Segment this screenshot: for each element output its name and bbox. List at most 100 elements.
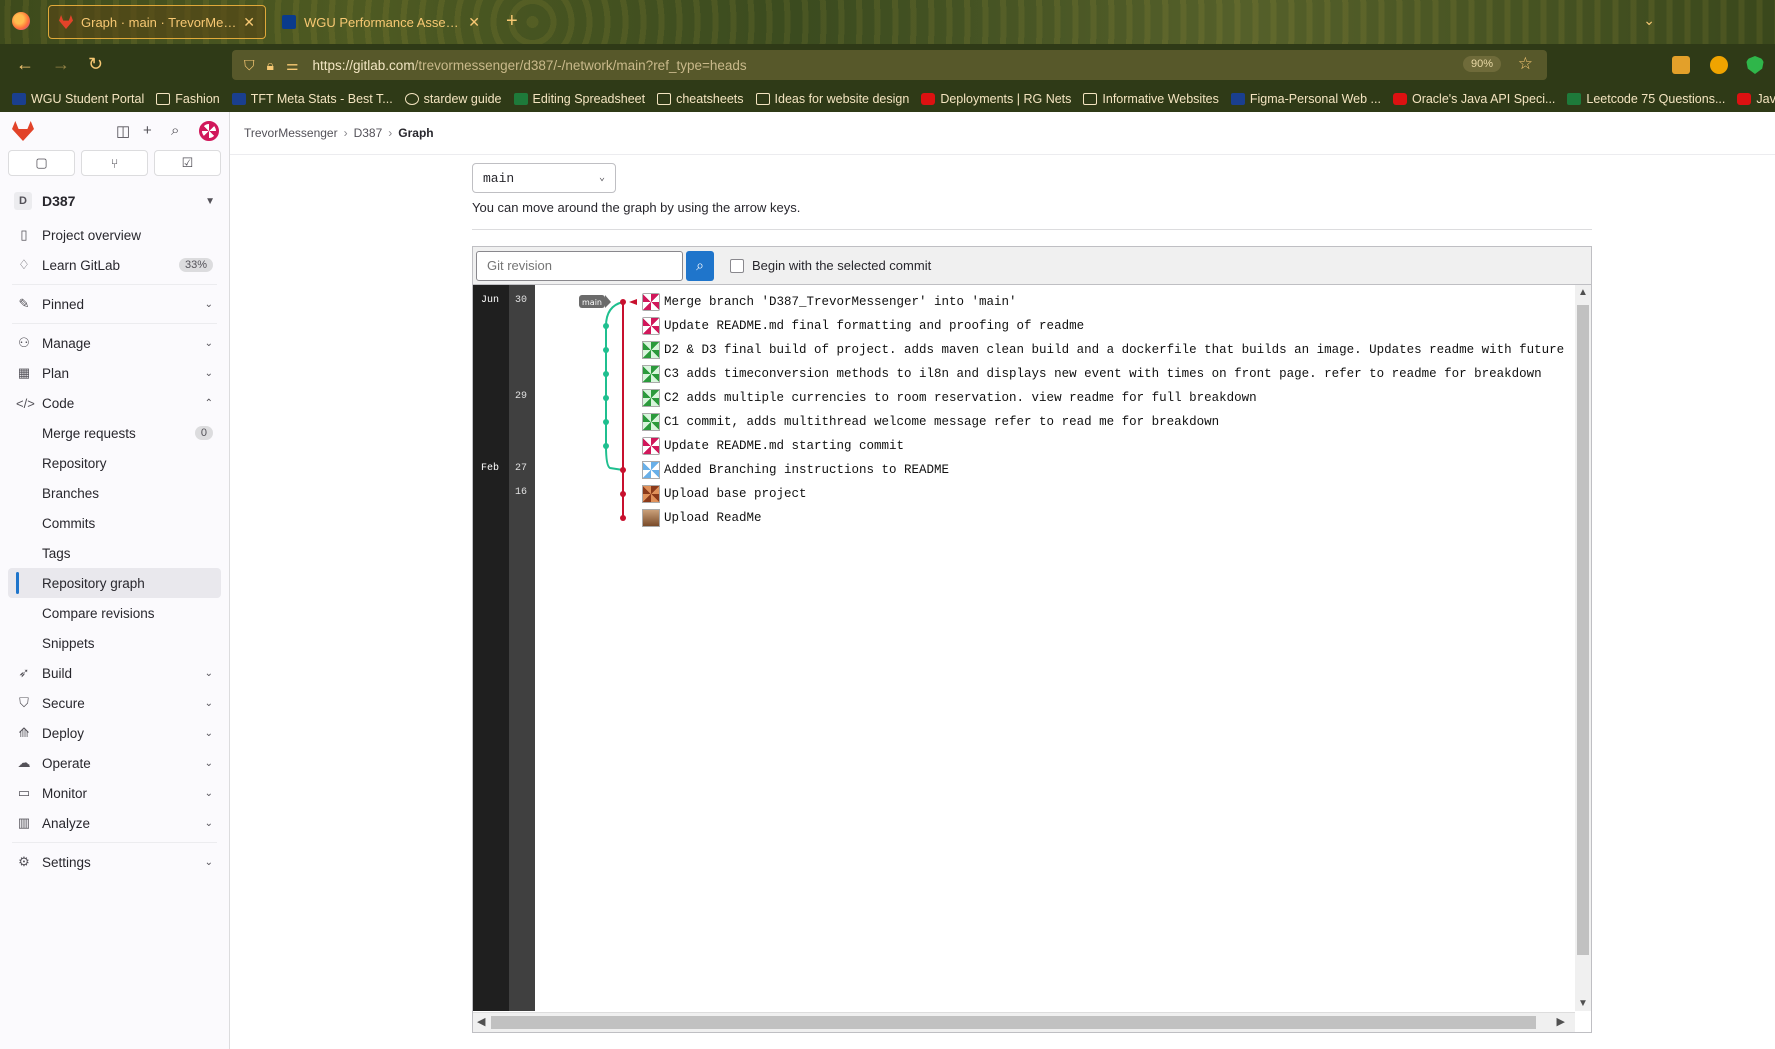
collapse-sidebar-icon[interactable]: ◫ — [116, 122, 130, 140]
breadcrumb-project[interactable]: D387 — [354, 126, 383, 140]
commit-row[interactable]: C2 adds multiple currencies to room rese… — [642, 387, 1572, 409]
commit-row[interactable]: Update README.md starting commit — [642, 435, 1572, 457]
profile-m-icon[interactable] — [1710, 56, 1728, 74]
lock-icon[interactable]: 🔒︎ — [267, 57, 274, 74]
sidebar-item-secure[interactable]: ⛉ Secure ⌄ — [8, 688, 221, 718]
sidebar-subitem-repository-graph[interactable]: Repository graph — [8, 568, 221, 598]
branch-dropdown[interactable]: main ⌄ — [472, 163, 616, 193]
bookmark-item[interactable]: Fashion — [156, 92, 220, 106]
tab-title: Graph · main · TrevorMessenger / D387 · … — [81, 14, 237, 30]
tab-gitlab-graph[interactable]: Graph · main · TrevorMessenger / D387 · … — [48, 5, 266, 39]
user-avatar[interactable] — [199, 121, 219, 141]
bookmark-item[interactable]: Figma-Personal Web ... — [1230, 92, 1381, 106]
commit-node[interactable] — [620, 515, 626, 521]
git-revision-input[interactable] — [476, 250, 683, 281]
breadcrumb-current[interactable]: Graph — [398, 126, 433, 140]
bookmark-item[interactable]: cheatsheets — [657, 92, 744, 106]
url-text[interactable]: https://gitlab.com/trevormessenger/d387/… — [313, 58, 747, 73]
issues-counter-icon[interactable]: ▢ — [8, 150, 75, 176]
scroll-right-icon[interactable]: ▶ — [1557, 1015, 1565, 1028]
extension-shield-icon[interactable] — [1746, 56, 1764, 74]
commit-row[interactable]: Added Branching instructions to README — [642, 459, 1572, 481]
bookmark-item[interactable]: Leetcode 75 Questions... — [1567, 92, 1725, 106]
commit-node[interactable] — [603, 419, 609, 425]
commit-node[interactable] — [620, 491, 626, 497]
search-revision-button[interactable]: ⌕ — [686, 250, 714, 281]
sidebar-item-settings[interactable]: ⚙ Settings ⌄ — [8, 847, 221, 877]
begin-with-selected-checkbox[interactable] — [730, 258, 744, 273]
commit-author-avatar — [642, 293, 660, 311]
bookmark-item[interactable]: Informative Websites — [1083, 92, 1219, 106]
sidebar-subitem-repository[interactable]: Repository — [8, 448, 221, 478]
new-tab-icon[interactable]: + — [506, 10, 518, 33]
sidebar-item-project-overview[interactable]: ▯ Project overview — [8, 220, 221, 250]
address-bar[interactable]: ⛉ 🔒︎ ⚌ https://gitlab.com/trevormessenge… — [232, 50, 1547, 80]
sidebar-item-operate[interactable]: ☁ Operate ⌄ — [8, 748, 221, 778]
scroll-left-icon[interactable]: ◀ — [477, 1015, 485, 1028]
bookmark-item[interactable]: Deployments | RG Nets — [921, 92, 1071, 106]
sidebar-subitem-compare-revisions[interactable]: Compare revisions — [8, 598, 221, 628]
sidebar-subitem-branches[interactable]: Branches — [8, 478, 221, 508]
sidebar-item-analyze[interactable]: ▥ Analyze ⌄ — [8, 808, 221, 838]
search-icon[interactable]: ⌕ — [171, 122, 179, 139]
commit-node[interactable] — [603, 395, 609, 401]
scrollbar-thumb[interactable] — [1577, 305, 1589, 955]
scroll-up-icon[interactable]: ▲ — [1578, 287, 1588, 298]
sidebar-subitem-snippets[interactable]: Snippets — [8, 628, 221, 658]
commit-row[interactable]: Upload ReadMe — [642, 507, 1572, 529]
permissions-icon[interactable]: ⚌ — [286, 57, 299, 74]
vertical-scrollbar[interactable]: ▲ ▼ — [1575, 285, 1591, 1011]
commit-row[interactable]: C3 adds timeconversion methods to il8n a… — [642, 363, 1572, 385]
back-arrow-icon[interactable]: ← — [16, 54, 34, 75]
commit-node[interactable] — [603, 371, 609, 377]
commit-row[interactable]: D2 & D3 final build of project. adds mav… — [642, 339, 1572, 361]
bookmark-item[interactable]: stardew guide — [404, 92, 502, 106]
horizontal-scrollbar[interactable]: ◀ ▶ — [473, 1012, 1575, 1032]
zoom-level[interactable]: 90% — [1462, 56, 1501, 72]
bookmark-item[interactable]: TFT Meta Stats - Best T... — [231, 92, 393, 106]
bookmark-item[interactable]: Oracle's Java API Speci... — [1392, 92, 1555, 106]
bookmark-item[interactable]: Editing Spreadsheet — [513, 92, 645, 106]
sidebar-item-code[interactable]: </> Code ⌃ — [8, 388, 221, 418]
plus-icon[interactable]: + — [143, 122, 152, 139]
commit-node[interactable] — [603, 323, 609, 329]
bookmark-item[interactable]: Ideas for website design — [755, 92, 909, 106]
commit-row[interactable]: Merge branch 'D387_TrevorMessenger' into… — [642, 291, 1572, 313]
commit-row[interactable]: C1 commit, adds multithread welcome mess… — [642, 411, 1572, 433]
commit-node[interactable] — [620, 467, 626, 473]
commit-node[interactable] — [620, 299, 626, 305]
sidebar-item-monitor[interactable]: ▭ Monitor ⌄ — [8, 778, 221, 808]
scrollbar-thumb[interactable] — [491, 1016, 1536, 1029]
scroll-down-icon[interactable]: ▼ — [1578, 998, 1588, 1009]
project-switcher[interactable]: D D387 ▼ — [8, 186, 221, 216]
bookmark-star-icon[interactable]: ☆ — [1518, 54, 1533, 74]
todos-counter-icon[interactable]: ☑ — [154, 150, 221, 176]
sidebar-item-build[interactable]: ➶ Build ⌄ — [8, 658, 221, 688]
tracking-shield-icon[interactable]: ⛉ — [244, 57, 255, 74]
forward-arrow-icon[interactable]: → — [52, 54, 70, 75]
gitlab-logo-icon[interactable] — [12, 121, 34, 141]
merge-requests-counter-icon[interactable]: ⑂ — [81, 150, 148, 176]
sidebar-subitem-tags[interactable]: Tags — [8, 538, 221, 568]
bookmark-item[interactable]: Java Developer Care — [1737, 92, 1775, 106]
close-tab-icon[interactable]: ✕ — [468, 14, 480, 31]
breadcrumb-user[interactable]: TrevorMessenger — [244, 126, 338, 140]
bookmark-item[interactable]: WGU Student Portal — [12, 92, 144, 106]
commit-node[interactable] — [603, 443, 609, 449]
begin-with-selected-label[interactable]: Begin with the selected commit — [752, 258, 931, 273]
pocket-icon[interactable] — [1672, 56, 1690, 74]
tab-list-chevron-icon[interactable]: ⌄ — [1643, 12, 1655, 29]
sidebar-item-deploy[interactable]: ⟰ Deploy ⌄ — [8, 718, 221, 748]
commit-node[interactable] — [603, 347, 609, 353]
sidebar-item-pinned[interactable]: ✎ Pinned ⌄ — [8, 289, 221, 319]
sidebar-item-manage[interactable]: ⚇ Manage ⌄ — [8, 328, 221, 358]
sidebar-subitem-merge-requests[interactable]: Merge requests 0 — [8, 418, 221, 448]
tab-wgu-assessment[interactable]: WGU Performance Assessment ✕ — [272, 5, 490, 39]
reload-icon[interactable]: ↻ — [88, 54, 103, 75]
commit-row[interactable]: Update README.md final formatting and pr… — [642, 315, 1572, 337]
sidebar-subitem-commits[interactable]: Commits — [8, 508, 221, 538]
sidebar-item-learn-gitlab[interactable]: ♢ Learn GitLab 33% — [8, 250, 221, 280]
commit-row[interactable]: Upload base project — [642, 483, 1572, 505]
close-tab-icon[interactable]: ✕ — [243, 14, 255, 31]
sidebar-item-plan[interactable]: ▦ Plan ⌄ — [8, 358, 221, 388]
